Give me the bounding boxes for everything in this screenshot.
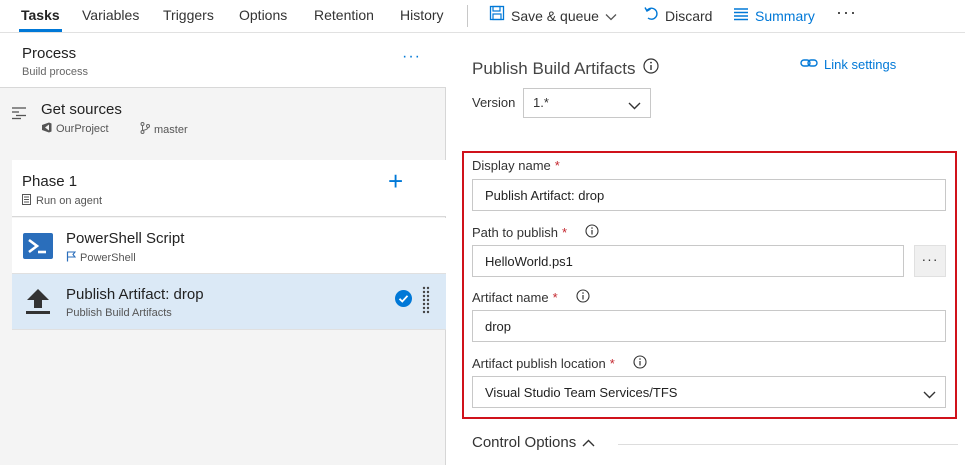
task-details-panel: Publish Build Artifacts Link settings Ve…: [447, 34, 965, 465]
tab-triggers[interactable]: Triggers: [161, 0, 216, 32]
info-icon[interactable]: [633, 355, 647, 372]
top-toolbar: Tasks Variables Triggers Options Retenti…: [0, 0, 965, 33]
browse-button[interactable]: ···: [914, 245, 946, 277]
artifact-name-field[interactable]: drop: [472, 310, 946, 342]
pipeline-tree: Process Build process ··· Get sources Ou…: [0, 34, 446, 465]
required-marker: *: [609, 356, 615, 371]
phase-subtitle-text: Run on agent: [36, 195, 103, 207]
tab-tasks[interactable]: Tasks: [19, 0, 62, 32]
info-icon[interactable]: [643, 58, 660, 79]
summary-label: Summary: [755, 8, 815, 24]
server-icon: [22, 194, 31, 208]
get-sources-title: Get sources: [41, 101, 122, 118]
project-name: OurProject: [56, 123, 109, 135]
version-value: 1.*: [533, 95, 549, 110]
chevron-down-icon[interactable]: [605, 1, 617, 31]
tab-history[interactable]: History: [398, 0, 446, 32]
info-icon[interactable]: [576, 289, 590, 306]
undo-icon: [643, 1, 659, 31]
discard-label: Discard: [665, 8, 713, 24]
publish-location-label: Artifact publish location *: [472, 355, 647, 372]
version-label: Version: [472, 95, 516, 110]
discard-button[interactable]: Discard: [643, 0, 712, 32]
required-marker: *: [552, 290, 558, 305]
flag-icon: [66, 251, 77, 265]
toolbar-divider: [467, 5, 468, 27]
task-subtitle: Publish Build Artifacts: [66, 307, 172, 319]
process-subtitle: Build process: [22, 66, 89, 78]
save-queue-label: Save & queue: [511, 8, 599, 24]
summary-button[interactable]: Summary: [733, 0, 815, 32]
vs-project-icon: [41, 122, 52, 136]
drag-handle-icon[interactable]: [422, 286, 430, 316]
upload-icon: [22, 286, 54, 318]
phase-title: Phase 1: [22, 173, 78, 190]
panel-title: Publish Build Artifacts: [472, 58, 660, 79]
add-task-button[interactable]: +: [388, 168, 403, 194]
link-settings-label: Link settings: [824, 57, 897, 72]
task-title: Publish Artifact: drop: [66, 286, 204, 303]
phase-subtitle: Run on agent: [22, 194, 102, 208]
phase-node[interactable]: Phase 1 Run on agent +: [12, 160, 446, 217]
list-icon: [733, 1, 749, 31]
required-marker: *: [562, 225, 568, 240]
get-sources-project: OurProject: [41, 122, 109, 136]
display-name-field[interactable]: Publish Artifact: drop: [472, 179, 946, 211]
required-marker: *: [554, 158, 560, 173]
display-name-label: Display name *: [472, 158, 560, 173]
task-publish-artifact[interactable]: Publish Artifact: drop Publish Build Art…: [12, 274, 446, 330]
chevron-down-icon: [628, 98, 641, 113]
artifact-name-label: Artifact name *: [472, 289, 590, 306]
info-icon[interactable]: [585, 224, 599, 241]
task-subtitle-text: PowerShell: [80, 252, 136, 264]
chevron-down-icon: [923, 387, 936, 402]
sources-icon: [11, 106, 27, 123]
task-powershell-script[interactable]: PowerShell Script PowerShell: [12, 218, 446, 274]
process-node[interactable]: Process Build process ···: [0, 34, 446, 88]
process-title: Process: [22, 45, 77, 62]
link-icon: [800, 57, 818, 72]
save-queue-button[interactable]: Save & queue: [489, 0, 617, 32]
section-divider: [618, 444, 958, 445]
control-options-toggle[interactable]: Control Options: [472, 434, 595, 451]
task-subtitle: PowerShell: [66, 251, 136, 265]
checkmark-icon[interactable]: [395, 290, 412, 307]
tab-retention[interactable]: Retention: [312, 0, 376, 32]
branch-name: master: [154, 123, 188, 136]
tab-variables[interactable]: Variables: [80, 0, 141, 32]
publish-location-value: Visual Studio Team Services/TFS: [485, 385, 678, 400]
get-sources-branch: master: [140, 122, 188, 137]
task-title: PowerShell Script: [66, 230, 185, 247]
version-dropdown[interactable]: 1.*: [523, 88, 651, 118]
get-sources-node[interactable]: Get sources OurProject master: [0, 96, 446, 142]
control-options-label: Control Options: [472, 434, 577, 451]
chevron-up-icon: [582, 434, 595, 451]
panel-title-text: Publish Build Artifacts: [472, 58, 636, 78]
path-to-publish-field[interactable]: HelloWorld.ps1: [472, 245, 904, 277]
process-more-button[interactable]: ···: [402, 48, 421, 66]
path-label: Path to publish *: [472, 224, 599, 241]
more-actions-button[interactable]: ···: [836, 2, 857, 23]
link-settings-button[interactable]: Link settings: [800, 57, 896, 72]
publish-location-dropdown[interactable]: Visual Studio Team Services/TFS: [472, 376, 946, 408]
save-icon: [489, 1, 505, 31]
tab-options[interactable]: Options: [237, 0, 289, 32]
powershell-icon: [22, 230, 54, 262]
branch-icon: [140, 122, 150, 137]
